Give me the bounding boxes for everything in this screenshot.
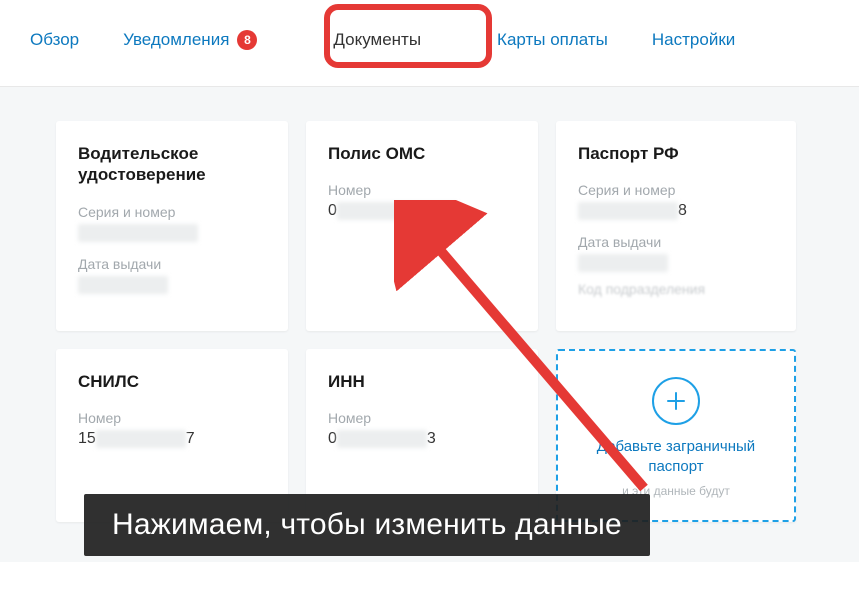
nav-settings[interactable]: Настройки — [652, 30, 735, 50]
redacted-value: xxxxxx — [578, 254, 668, 272]
redacted-value: xxxxxxx — [96, 430, 186, 448]
field-label: Серия и номер — [578, 182, 774, 198]
redacted-value: xxxxxxx — [337, 430, 427, 448]
documents-page: Водительское удостоверение Серия и номер… — [0, 87, 859, 562]
top-nav: Обзор Уведомления 8 Документы Карты опла… — [0, 0, 859, 87]
value-trail: 8 — [678, 202, 687, 219]
field-label: Дата выдачи — [578, 234, 774, 250]
plus-icon — [652, 377, 700, 425]
nav-notifications[interactable]: Уведомления 8 — [123, 30, 257, 50]
field-value: xxxxxxxx — [78, 224, 266, 242]
nav-documents[interactable]: Документы — [301, 18, 453, 62]
value-trail: 6 — [457, 202, 466, 219]
field-value: 15xxxxxxx7 — [78, 430, 266, 448]
documents-grid: Водительское удостоверение Серия и номер… — [56, 121, 819, 522]
card-oms-policy[interactable]: Полис ОМС Номер 0xxxxxxxxxxx6 — [306, 121, 538, 331]
card-title: Полис ОМС — [328, 143, 516, 164]
card-driver-license[interactable]: Водительское удостоверение Серия и номер… — [56, 121, 288, 331]
field-value: 0xxxxxxx3 — [328, 430, 516, 448]
value-lead: 0 — [328, 202, 337, 219]
field-label: Код подразделения — [578, 281, 774, 297]
field-label: Серия и номер — [78, 204, 266, 220]
value-trail: 7 — [186, 430, 195, 447]
value-lead: 15 — [78, 430, 96, 447]
nav-notifications-label: Уведомления — [123, 30, 229, 50]
card-title: ИНН — [328, 371, 516, 392]
value-lead: 0 — [328, 430, 337, 447]
field-label: Номер — [328, 410, 516, 426]
card-title: Водительское удостоверение — [78, 143, 266, 186]
nav-overview[interactable]: Обзор — [30, 30, 79, 50]
field-value: xxxxxx — [78, 276, 266, 294]
redacted-value: xxxxxx — [78, 276, 168, 294]
nav-payment-cards[interactable]: Карты оплаты — [497, 30, 608, 50]
field-value: 0xxxxxxxxxxx6 — [328, 202, 516, 220]
notifications-badge: 8 — [237, 30, 257, 50]
annotation-caption: Нажимаем, чтобы изменить данные — [84, 494, 650, 556]
add-card-title: Добавьте заграничный паспорт — [580, 437, 772, 476]
redacted-value: xxxxxxxx — [78, 224, 198, 242]
card-title: Паспорт РФ — [578, 143, 774, 164]
card-passport-rf[interactable]: Паспорт РФ Серия и номер xxxxxxxxx8 Дата… — [556, 121, 796, 331]
redacted-value: xxxxxxxxx — [578, 202, 678, 220]
redacted-value: xxxxxxxxxxx — [337, 202, 457, 220]
field-label: Дата выдачи — [78, 256, 266, 272]
field-label: Номер — [78, 410, 266, 426]
card-title: СНИЛС — [78, 371, 266, 392]
field-value: xxxxxxxxx8 — [578, 202, 774, 220]
field-label: Номер — [328, 182, 516, 198]
field-value: xxxxxx — [578, 254, 774, 272]
value-trail: 3 — [427, 430, 436, 447]
